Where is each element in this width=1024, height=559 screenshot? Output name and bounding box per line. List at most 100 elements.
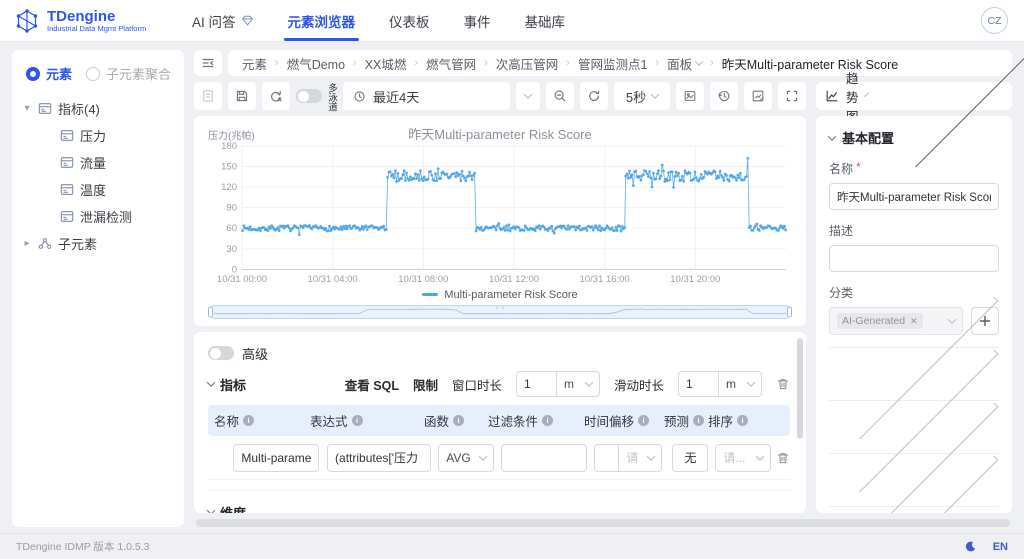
refresh-button[interactable] (580, 82, 608, 110)
nav-item-4[interactable]: 基础库 (525, 0, 566, 41)
tree-item-3[interactable]: 温度 (22, 176, 174, 203)
user-avatar[interactable]: CZ (981, 7, 1008, 34)
trend-chart[interactable]: 0 30 60 90 120 150 180 10/31 00:00 10/31 04:00 10… (208, 141, 792, 287)
history-icon (717, 89, 731, 103)
chart-type-select[interactable]: 趋势图 (816, 24, 1024, 168)
breadcrumb-item-2[interactable]: XX城燃 (365, 54, 407, 73)
footer: TDengine IDMP 版本 1.0.5.3 EN (0, 533, 1024, 559)
metric-collapse-icon[interactable] (206, 378, 216, 387)
breadcrumb-item-label: XX城燃 (364, 57, 407, 72)
chart-edit-icon (751, 89, 765, 103)
tree-item-5[interactable]: ▸ 子元素 (22, 230, 174, 257)
description-field-input[interactable] (829, 245, 999, 272)
mode-radio-1[interactable]: 子元素聚合 (86, 64, 171, 83)
panel-section-header-0[interactable]: 图形配置 (829, 296, 999, 440)
toolbar-button-chart-edit[interactable] (744, 82, 772, 110)
category-tag: AI-Generated ✕ (837, 313, 923, 329)
dimension-collapse-icon[interactable] (206, 506, 216, 513)
advanced-toggle[interactable] (208, 346, 234, 360)
breadcrumb-row: 元素 › 燃气Demo › XX城燃 › 燃气管网 › 次高压管网 › 管网监测点1 › 面板 › 昨天Mu… (194, 50, 1012, 76)
column-header-2: 函数 i (424, 411, 488, 430)
slide-duration-unit-select[interactable]: m (718, 371, 762, 397)
svg-text:10/31 12:00: 10/31 12:00 (489, 274, 539, 284)
vertical-scrollbar[interactable] (797, 338, 803, 440)
element-tree: ▾ 指标(4) 压力 流量 温度 泄漏检测 ▸ 子元素 (22, 95, 174, 257)
category-select[interactable]: AI-Generated ✕ (829, 307, 963, 335)
metric-offset-input[interactable] (594, 443, 619, 472)
language-toggle[interactable]: EN (993, 541, 1008, 553)
info-icon[interactable]: i (638, 415, 650, 426)
nav-item-0[interactable]: AI 问答 (192, 0, 254, 41)
nav-item-1[interactable]: 元素浏览器 (283, 0, 359, 41)
tree-item-0[interactable]: ▾ 指标(4) (22, 95, 174, 122)
toolbar-button-clear[interactable] (262, 82, 290, 110)
info-icon[interactable]: i (351, 415, 363, 426)
multi-lane-toggle[interactable] (296, 89, 322, 103)
metric-function-select[interactable]: AVG (438, 443, 495, 472)
window-duration-unit-select[interactable]: m (555, 371, 600, 397)
time-range-select[interactable]: 最近4天 (343, 82, 510, 110)
info-icon[interactable]: i (693, 415, 705, 426)
nav-item-3[interactable]: 事件 (464, 0, 491, 41)
mode-radio-0[interactable]: 元素 (26, 64, 72, 83)
view-sql-button[interactable]: 查看 SQL (345, 375, 399, 394)
metric-expression-input[interactable] (327, 443, 432, 472)
info-icon[interactable]: i (737, 415, 749, 426)
sidebar-collapse-button[interactable] (194, 50, 222, 76)
toolbar-button-save[interactable] (228, 82, 256, 110)
collapse-sidebar-icon (201, 56, 215, 70)
tree-item-4[interactable]: 泄漏检测 (22, 203, 174, 230)
tree-caret-icon[interactable]: ▸ (22, 238, 32, 249)
breadcrumb-item-1[interactable]: 燃气Demo (287, 54, 345, 73)
svg-text:10/31 04:00: 10/31 04:00 (308, 274, 358, 284)
breadcrumb-item-0[interactable]: 元素 (242, 54, 267, 73)
panel-section-3: 图例 (829, 455, 999, 513)
metric-icon (60, 183, 74, 196)
metric-name-input[interactable] (233, 443, 320, 472)
tree-item-1[interactable]: 压力 (22, 122, 174, 149)
metric-sort-select[interactable]: 请... (715, 443, 772, 472)
breadcrumb-item-6[interactable]: 面板 (667, 54, 704, 73)
horizontal-scrollbar[interactable] (194, 519, 1012, 527)
metric-forecast-select[interactable]: 无 (672, 443, 709, 472)
metric-filter-input[interactable] (500, 443, 587, 472)
breadcrumb-item-4[interactable]: 次高压管网 (496, 54, 559, 73)
radio-dot-icon (86, 66, 101, 81)
zoom-out-button[interactable] (546, 82, 574, 110)
tree-item-label: 指标(4) (58, 102, 100, 117)
info-icon[interactable]: i (542, 415, 554, 426)
time-range-dropdown-button[interactable] (516, 82, 540, 110)
breadcrumb-item-label: 昨天Multi-parameter Risk Score (721, 57, 899, 72)
breadcrumb-item-3[interactable]: 燃气管网 (426, 54, 476, 73)
toolbar-button-export-image[interactable] (676, 82, 704, 110)
dark-mode-icon[interactable] (964, 540, 977, 553)
limit-button[interactable]: 限制 (413, 375, 438, 394)
chart-datazoom-brush[interactable] (208, 304, 792, 320)
tag-remove-icon[interactable]: ✕ (910, 316, 918, 327)
basic-config-header[interactable]: 基本配置 (827, 128, 999, 147)
toolbar-button-history[interactable] (710, 82, 738, 110)
nav-item-2[interactable]: 仪表板 (389, 0, 430, 41)
tree-caret-icon[interactable]: ▾ (22, 103, 32, 114)
slide-duration-input[interactable] (678, 371, 718, 397)
app-logo[interactable]: TDengine Industrial Data Mgmt Platform (14, 8, 192, 34)
metric-icon (60, 156, 74, 169)
breadcrumb-item-label: 元素 (242, 57, 268, 72)
metric-delete-icon[interactable] (776, 377, 790, 391)
metric-row-delete-icon[interactable] (776, 451, 790, 465)
refresh-interval-select[interactable]: 5秒 (614, 82, 670, 110)
window-duration-input[interactable] (515, 371, 556, 397)
chart-legend[interactable]: Multi-parameter Risk Score (208, 287, 792, 302)
metric-offset-unit-select[interactable]: 请 (618, 443, 663, 472)
panel-section-header-3[interactable]: 图例 (829, 455, 999, 513)
breadcrumb-item-5[interactable]: 管网监测点1 (578, 54, 647, 73)
chart-card: 压力(兆帕) 昨天Multi-parameter Risk Score 0 30 6… (194, 116, 806, 326)
info-icon[interactable]: i (453, 415, 465, 426)
name-field-input[interactable] (829, 183, 999, 210)
toolbar-button-fullscreen[interactable] (778, 82, 806, 110)
window-duration-group: m (515, 371, 600, 397)
slide-duration-group: m (678, 371, 762, 397)
toolbar-button-notes (194, 82, 222, 110)
info-icon[interactable]: i (243, 415, 255, 426)
tree-item-2[interactable]: 流量 (22, 149, 174, 176)
